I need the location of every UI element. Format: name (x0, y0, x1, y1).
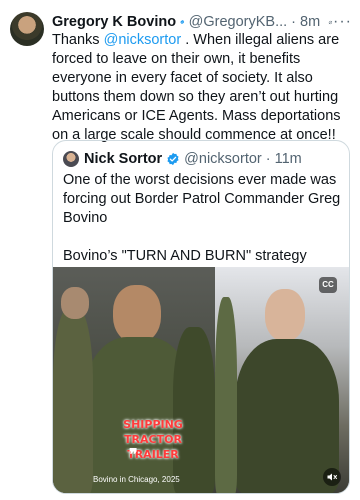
video-right-frame (215, 267, 349, 493)
mention-link[interactable]: @nicksortor (104, 32, 182, 48)
quoted-tweet-time[interactable]: 11m (275, 151, 302, 167)
tweet-header: Gregory K Bovino @GregoryKB... · 8m ··· (52, 12, 352, 32)
captions-icon[interactable]: CC (319, 277, 337, 293)
quoted-author-avatar[interactable] (63, 151, 79, 167)
quoted-author-name[interactable]: Nick Sortor (84, 151, 162, 167)
author-name[interactable]: Gregory K Bovino (52, 14, 176, 30)
quoted-author-handle[interactable]: @nicksortor (184, 151, 262, 167)
tweet-text: Thanks @nicksortor . When illegal aliens… (52, 31, 352, 145)
verified-badge-icon (180, 20, 185, 24)
more-icon[interactable]: ··· (333, 13, 352, 31)
author-handle[interactable]: @GregoryKB... (189, 14, 288, 30)
author-avatar[interactable] (10, 12, 44, 46)
quoted-tweet[interactable]: Nick Sortor @nicksortor · 11m One of the… (52, 140, 350, 494)
tweet-time[interactable]: 8m (300, 14, 320, 30)
quoted-header-separator: · (265, 151, 271, 167)
header-separator: · (291, 14, 296, 30)
quoted-video[interactable]: SHIPPING TRACTOR TRAILER ❞ Bovino in Chi… (53, 267, 349, 493)
tweet[interactable]: Gregory K Bovino @GregoryKB... · 8m ··· … (0, 0, 360, 500)
verified-badge-icon (167, 152, 179, 166)
video-overlay-text: SHIPPING TRACTOR TRAILER (103, 417, 203, 462)
tweet-text-suffix: . When illegal aliens are forced to leav… (52, 32, 341, 143)
tweet-text-prefix: Thanks (52, 32, 104, 48)
mute-icon[interactable] (323, 468, 341, 486)
overlay-line-1: SHIPPING (123, 418, 183, 431)
overlay-line-2: TRACTOR TRAILER (124, 433, 182, 461)
quoted-tweet-header: Nick Sortor @nicksortor · 11m (63, 150, 341, 168)
quote-glyph-icon: ❞ (129, 447, 138, 464)
video-caption: Bovino in Chicago, 2025 (93, 475, 180, 484)
quoted-text-line-1: One of the worst decisions ever made was… (63, 172, 341, 226)
